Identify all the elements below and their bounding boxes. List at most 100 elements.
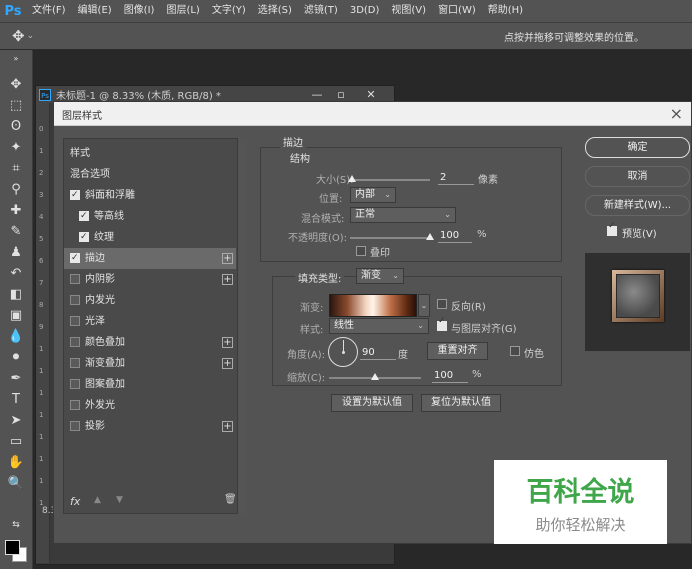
style-checkbox[interactable] — [79, 206, 89, 227]
menu-file[interactable]: 文件(F) — [26, 0, 72, 22]
cancel-button[interactable]: 取消 — [585, 166, 690, 187]
healing-brush-icon[interactable]: ✚ — [6, 202, 26, 220]
hand-icon[interactable]: ✋ — [6, 454, 26, 472]
eraser-icon[interactable]: ◧ — [6, 286, 26, 304]
style-item[interactable]: 内发光 — [64, 290, 236, 311]
gradient-icon[interactable]: ▣ — [6, 307, 26, 325]
style-item[interactable]: 投影 + — [64, 416, 236, 437]
style-checkbox[interactable] — [70, 337, 80, 347]
style-item[interactable]: 描边 + — [64, 248, 236, 269]
menu-window[interactable]: 窗口(W) — [432, 0, 482, 22]
collapse-icon[interactable]: » — [6, 50, 26, 68]
size-input[interactable]: 2 — [438, 170, 474, 185]
style-checkbox[interactable] — [79, 227, 89, 248]
preview-checkbox[interactable] — [607, 221, 617, 236]
menu-help[interactable]: 帮助(H) — [482, 0, 529, 22]
gradient-swatch[interactable] — [329, 294, 417, 317]
crop-icon[interactable]: ⌗ — [6, 160, 26, 178]
brush-icon[interactable]: ✎ — [6, 223, 26, 241]
zoom-icon[interactable]: 🔍 — [6, 475, 26, 493]
new-style-button[interactable]: 新建样式(W)... — [585, 195, 690, 216]
lasso-icon[interactable]: ʘ — [6, 118, 26, 136]
style-checkbox[interactable] — [70, 185, 80, 206]
opacity-slider[interactable] — [350, 237, 430, 239]
size-slider[interactable] — [350, 179, 430, 181]
foreground-color-swatch[interactable] — [5, 540, 20, 555]
size-slider-thumb[interactable] — [347, 175, 356, 182]
style-item[interactable]: 光泽 — [64, 311, 236, 332]
add-effect-icon[interactable]: + — [222, 421, 233, 432]
make-default-button[interactable]: 设置为默认值 — [331, 394, 413, 412]
style-checkbox[interactable] — [70, 316, 80, 326]
style-item[interactable]: 样式 — [64, 143, 236, 164]
style-select[interactable]: 线性 ⌄ — [329, 318, 429, 334]
style-item[interactable]: 颜色叠加 + — [64, 332, 236, 353]
style-checkbox[interactable] — [70, 248, 80, 269]
style-checkbox[interactable] — [70, 295, 80, 305]
marquee-icon[interactable]: ⬚ — [6, 97, 26, 115]
dither-checkbox[interactable] — [510, 346, 520, 356]
style-item[interactable]: 外发光 — [64, 395, 236, 416]
reset-alignment-button[interactable]: 重置对齐 — [427, 342, 488, 360]
style-item[interactable]: 等高线 — [64, 206, 236, 227]
add-effect-icon[interactable]: + — [222, 358, 233, 369]
menu-select[interactable]: 选择(S) — [252, 0, 298, 22]
stamp-icon[interactable]: ♟ — [6, 244, 26, 262]
chevron-down-icon[interactable]: ⌄ — [418, 294, 430, 317]
trash-icon[interactable]: 🗑 — [224, 494, 237, 505]
align-with-layer-checkbox[interactable] — [437, 316, 447, 331]
style-item[interactable]: 内阴影 + — [64, 269, 236, 290]
reset-to-default-button[interactable]: 复位为默认值 — [421, 394, 501, 412]
scale-slider-thumb[interactable] — [371, 373, 379, 380]
opacity-slider-thumb[interactable] — [426, 233, 434, 240]
angle-input[interactable]: 90 — [360, 345, 396, 360]
reverse-checkbox[interactable] — [437, 299, 447, 309]
magic-wand-icon[interactable]: ✦ — [6, 139, 26, 157]
type-icon[interactable]: T — [6, 391, 26, 409]
style-checkbox[interactable] — [70, 379, 80, 389]
scrollbar[interactable] — [239, 139, 247, 515]
rectangle-icon[interactable]: ▭ — [6, 433, 26, 451]
style-checkbox[interactable] — [70, 400, 80, 410]
menu-3d[interactable]: 3D(D) — [344, 0, 386, 22]
close-icon[interactable]: × — [670, 104, 683, 123]
move-up-icon[interactable]: ▲ — [94, 495, 101, 505]
dodge-icon[interactable]: ⚫ — [6, 349, 26, 367]
style-checkbox[interactable] — [70, 274, 80, 284]
style-item[interactable]: 渐变叠加 + — [64, 353, 236, 374]
path-selection-icon[interactable]: ➤ — [6, 412, 26, 430]
style-item[interactable]: 图案叠加 — [64, 374, 236, 395]
style-item[interactable]: 混合选项 — [64, 164, 236, 185]
move-tool-icon[interactable]: ✥ — [12, 27, 25, 45]
style-checkbox[interactable] — [70, 421, 80, 431]
move-down-icon[interactable]: ▼ — [116, 495, 123, 505]
dialog-titlebar[interactable]: 图层样式 × — [54, 102, 691, 126]
add-effect-icon[interactable]: + — [222, 253, 233, 264]
menu-filter[interactable]: 滤镜(T) — [298, 0, 344, 22]
fill-type-select[interactable]: 渐变 ⌄ — [356, 268, 404, 284]
menu-image[interactable]: 图像(I) — [118, 0, 161, 22]
eyedropper-icon[interactable]: ⚲ — [6, 181, 26, 199]
style-checkbox[interactable] — [70, 358, 80, 368]
angle-dial[interactable] — [328, 337, 358, 367]
menu-layer[interactable]: 图层(L) — [160, 0, 205, 22]
menu-edit[interactable]: 编辑(E) — [72, 0, 118, 22]
position-select[interactable]: 内部 ⌄ — [350, 187, 396, 203]
style-item[interactable]: 斜面和浮雕 — [64, 185, 236, 206]
overprint-checkbox[interactable] — [356, 246, 366, 256]
blend-mode-select[interactable]: 正常 ⌄ — [350, 207, 456, 223]
add-effect-icon[interactable]: + — [222, 337, 233, 348]
swap-colors-icon[interactable]: ⇆ — [6, 516, 26, 534]
blur-icon[interactable]: 💧 — [6, 328, 26, 346]
menu-type[interactable]: 文字(Y) — [206, 0, 252, 22]
style-item[interactable]: 纹理 — [64, 227, 236, 248]
move-icon[interactable]: ✥ — [6, 76, 26, 94]
fx-icon[interactable]: fx — [70, 495, 80, 508]
history-brush-icon[interactable]: ↶ — [6, 265, 26, 283]
menu-view[interactable]: 视图(V) — [385, 0, 432, 22]
scale-input[interactable]: 100 — [432, 368, 468, 383]
add-effect-icon[interactable]: + — [222, 274, 233, 285]
opacity-input[interactable]: 100 — [438, 228, 472, 243]
chevron-down-icon[interactable]: ⌄ — [27, 31, 35, 41]
ok-button[interactable]: 确定 — [585, 137, 690, 158]
